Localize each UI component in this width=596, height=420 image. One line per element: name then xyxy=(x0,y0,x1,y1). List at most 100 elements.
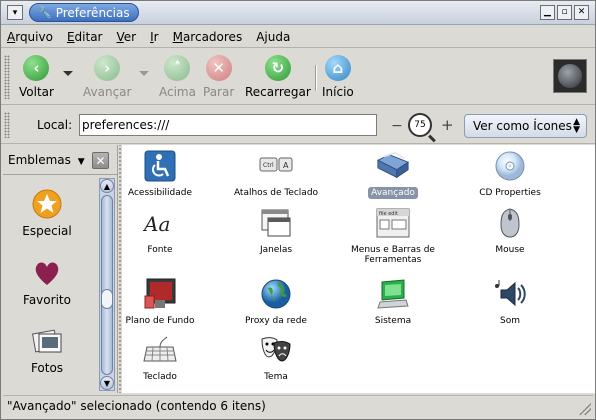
sidebar-scrollbar[interactable]: ▲ ▼ xyxy=(99,178,115,391)
zoom-level-button[interactable]: 75 xyxy=(408,113,432,137)
window-menu-button[interactable]: ▾ xyxy=(7,5,23,20)
forward-arrow-icon: › xyxy=(94,55,121,81)
back-button[interactable]: ‹ Voltar xyxy=(19,55,54,99)
status-bar: "Avançado" selecionado (contendo 6 itens… xyxy=(3,395,593,417)
scroll-down-button[interactable]: ▼ xyxy=(100,376,114,390)
forward-button[interactable]: › Avançar xyxy=(83,55,131,99)
toolbar-separator xyxy=(315,65,317,91)
item-label: Som xyxy=(500,316,520,326)
svg-text:A: A xyxy=(283,161,289,170)
back-history-dropdown[interactable] xyxy=(63,71,73,76)
item-label: Avançado xyxy=(368,187,418,199)
item-atalhos-de-teclado[interactable]: Ctrl A Atalhos de Teclado xyxy=(217,150,335,199)
zoom-in-button[interactable]: + xyxy=(441,116,454,134)
throbber-orb-icon xyxy=(558,64,582,88)
reload-button-label: Recarregar xyxy=(245,85,311,99)
title-bar[interactable]: ▾ 🔧 Preferências ▁ ▫ ✕ xyxy=(1,1,595,25)
item-label: Menus e Barras de Ferramentas xyxy=(351,245,435,265)
menu-ir[interactable]: Ir xyxy=(150,30,158,44)
sound-icon xyxy=(493,278,527,310)
item-label: Tema xyxy=(264,372,288,382)
menu-bar: Arquivo Editar Ver Ir Marcadores Ajuda xyxy=(1,26,595,48)
home-icon: ⌂ xyxy=(324,55,351,81)
toolbar-grip[interactable] xyxy=(4,55,10,99)
emblem-fotos[interactable]: Fotos xyxy=(7,325,87,375)
heart-emblem-icon xyxy=(31,257,63,289)
location-bar: Local: − 75 + Ver como Ícones ▲▼ xyxy=(1,106,595,144)
item-proxy-da-rede[interactable]: Proxy da rede xyxy=(217,278,335,327)
item-label: CD Properties xyxy=(479,188,541,198)
view-mode-select[interactable]: Ver como Ícones ▲ ▼ xyxy=(464,114,587,138)
item-menus-e-barras[interactable]: file edit Menus e Barras de Ferramentas xyxy=(334,207,452,266)
item-label: Plano de Fundo xyxy=(125,316,195,326)
emblem-favorito[interactable]: Favorito xyxy=(7,257,87,307)
accessibility-icon xyxy=(143,150,177,182)
item-label: Teclado xyxy=(143,372,177,382)
menu-arquivo-label: rquivo xyxy=(15,29,53,44)
window-title[interactable]: 🔧 Preferências xyxy=(29,3,139,22)
menu-editar-mnemonic: E xyxy=(66,29,75,44)
scroll-up-button[interactable]: ▲ xyxy=(100,179,114,193)
cd-icon xyxy=(493,150,527,182)
background-icon xyxy=(143,278,177,310)
menu-marcadores[interactable]: Marcadores xyxy=(173,30,243,44)
location-input[interactable] xyxy=(79,114,377,136)
zoom-out-button[interactable]: − xyxy=(391,118,403,134)
item-label: Atalhos de Teclado xyxy=(233,188,319,198)
menu-arquivo-mnemonic: A xyxy=(7,29,16,44)
maximize-button[interactable]: ▫ xyxy=(557,5,572,20)
font-icon: Aa xyxy=(143,207,177,239)
keyboard-icon xyxy=(143,334,177,366)
stop-button[interactable]: ✕ Parar xyxy=(203,55,234,99)
back-button-label: Voltar xyxy=(19,85,54,99)
home-button[interactable]: ⌂ Início xyxy=(322,55,354,99)
svg-text:Ctrl: Ctrl xyxy=(263,162,274,169)
up-button[interactable]: ˄ Acima xyxy=(159,55,196,99)
minimize-button[interactable]: ▁ xyxy=(540,5,555,20)
forward-history-dropdown[interactable] xyxy=(139,71,149,76)
sidebar: Emblemas ▼ ✕ Especial Favorito Fotos ▲ ▼ xyxy=(3,145,118,393)
item-janelas[interactable]: Janelas xyxy=(217,207,335,256)
menus-toolbars-icon: file edit xyxy=(376,207,410,239)
item-fonte[interactable]: Aa Fonte xyxy=(122,207,219,256)
keyboard-shortcuts-icon: Ctrl A xyxy=(259,150,293,182)
item-label: Sistema xyxy=(374,316,412,326)
item-sistema[interactable]: Sistema xyxy=(334,278,452,327)
item-cd-properties[interactable]: CD Properties xyxy=(451,150,569,199)
item-mouse[interactable]: Mouse xyxy=(451,207,569,256)
emblem-label: Favorito xyxy=(23,293,71,307)
wrench-icon: 🔧 xyxy=(38,6,52,19)
item-plano-de-fundo[interactable]: Plano de Fundo xyxy=(122,278,219,327)
emblem-especial[interactable]: Especial xyxy=(7,188,87,238)
reload-button[interactable]: ↻ Recarregar xyxy=(245,55,311,99)
scrollbar-thumb[interactable] xyxy=(101,195,113,375)
item-som[interactable]: Som xyxy=(451,278,569,327)
emblem-label: Especial xyxy=(22,224,72,238)
theme-icon xyxy=(259,334,293,366)
sidebar-type-label: Emblemas xyxy=(8,153,71,167)
sidebar-close-button[interactable]: ✕ xyxy=(92,152,109,169)
emblem-label: Fotos xyxy=(30,361,64,375)
forward-button-label: Avançar xyxy=(83,85,132,99)
location-label: Local: xyxy=(37,118,73,132)
item-teclado[interactable]: Teclado xyxy=(122,334,219,383)
menu-editar[interactable]: Editar xyxy=(67,30,103,44)
network-proxy-icon xyxy=(259,278,293,310)
item-avancado[interactable]: Avançado xyxy=(334,150,452,199)
home-button-label: Início xyxy=(322,85,354,99)
window-controls: ▁ ▫ ✕ xyxy=(540,5,589,20)
window-resize-grip[interactable] xyxy=(579,403,591,415)
location-bar-grip[interactable] xyxy=(4,112,10,138)
menu-ajuda-label-start: Aj xyxy=(256,29,268,44)
menu-arquivo[interactable]: Arquivo xyxy=(7,30,53,44)
menu-ver[interactable]: Ver xyxy=(117,30,137,44)
scrollbar-thumb-grip[interactable] xyxy=(101,289,113,309)
item-tema[interactable]: Tema xyxy=(217,334,335,383)
close-window-button[interactable]: ✕ xyxy=(574,5,589,20)
menu-ajuda[interactable]: Ajuda xyxy=(256,30,290,44)
icon-view: Acessibilidade Ctrl A Atalhos de Teclado … xyxy=(122,145,595,393)
sidebar-type-selector[interactable]: Emblemas ▼ xyxy=(8,153,85,167)
preferences-window: ▾ 🔧 Preferências ▁ ▫ ✕ Arquivo Editar Ve… xyxy=(0,0,596,420)
view-mode-value: Ver como Ícones xyxy=(473,119,572,133)
item-acessibilidade[interactable]: Acessibilidade xyxy=(122,150,219,199)
